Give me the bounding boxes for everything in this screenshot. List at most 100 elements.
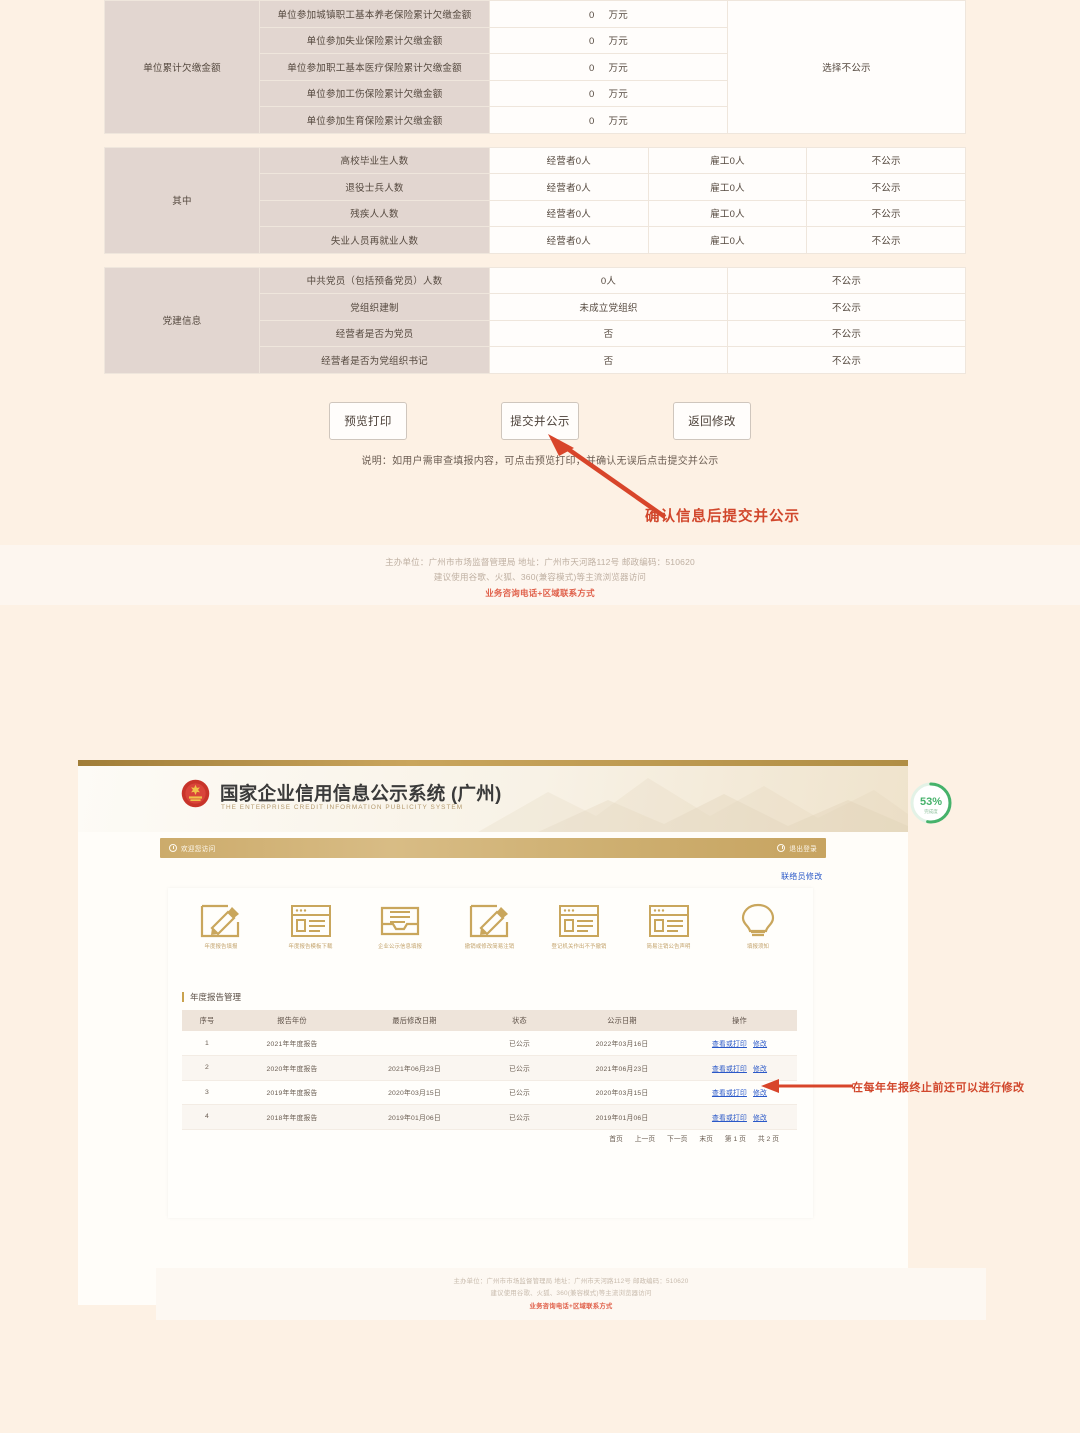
cell-status: 已公示 [477, 1055, 562, 1081]
value-unit: 万元 [608, 36, 628, 48]
publicity-choice: 不公示 [806, 173, 966, 201]
cell-no: 4 [182, 1104, 232, 1130]
value-number: 0 [589, 36, 595, 48]
value-unit: 万元 [608, 9, 628, 21]
view-print-link[interactable]: 查看或打印 [712, 1115, 747, 1122]
publicity-choice: 不公示 [806, 199, 966, 227]
logout-button[interactable]: 退出登录 [777, 843, 817, 853]
view-print-link[interactable]: 查看或打印 [712, 1066, 747, 1073]
annotation-text-edit: 在每年年报终止前还可以进行修改 [852, 1082, 1025, 1094]
pager-prev[interactable]: 上一页 [635, 1136, 655, 1143]
cell-action: 查看或打印 修改 [682, 1104, 797, 1130]
icon-label: 填报须知 [747, 944, 769, 950]
lightbulb-icon [741, 903, 775, 937]
col-modified: 最后修改日期 [352, 1010, 477, 1031]
national-emblem-icon [181, 779, 210, 808]
quick-entry-revoke-simple-cancel[interactable]: 撤销或修改简易注销 [451, 902, 529, 951]
value-number: 0 [589, 115, 595, 127]
nav-welcome-label: 欢迎您访问 [181, 846, 216, 853]
col-published: 公示日期 [562, 1010, 682, 1031]
row-sub-label: 高校毕业生人数 [259, 146, 490, 174]
col-status: 状态 [477, 1010, 562, 1031]
pager-first[interactable]: 首页 [609, 1136, 623, 1143]
cell-status: 已公示 [477, 1031, 562, 1056]
row-value: 0 万元 [489, 79, 728, 107]
cell-status: 已公示 [477, 1080, 562, 1105]
table-row: 2 2020年年度报告 2021年06月23日 已公示 2021年06月23日 … [182, 1055, 797, 1081]
edit-link[interactable]: 修改 [753, 1041, 767, 1048]
cell-published: 2022年03月16日 [562, 1031, 682, 1056]
document-list-icon [290, 905, 331, 937]
party-info-table: 党建信息 中共党员（包括预备党员）人数 0人 不公示 党组织建制 未成立党组织 … [104, 266, 966, 374]
screenshot-page: 单位累计欠缴金额 单位参加城镇职工基本养老保险累计欠缴金额 0 万元 选择不公示 … [0, 0, 1080, 1433]
row-value: 否 [489, 346, 728, 374]
value-number: 0 [589, 89, 595, 101]
quick-entry-company-info-fill[interactable]: 企业公示信息填报 [361, 902, 439, 951]
logout-label: 退出登录 [789, 846, 817, 853]
quick-entry-annual-report-fill[interactable]: 年度报告填报 [182, 902, 260, 951]
row-value: 0 万元 [489, 53, 728, 81]
cell-action: 查看或打印 修改 [682, 1031, 797, 1056]
row-value-owner: 经营者0人 [489, 146, 649, 174]
quick-entry-icons: 年度报告填报 年度报告模板下载 企业公示信息填报 撤销或修改简易注销 登记机关作… [182, 902, 797, 951]
view-print-link[interactable]: 查看或打印 [712, 1090, 747, 1097]
icon-label: 年度报告模板下载 [288, 944, 333, 950]
value-unit: 万元 [608, 62, 628, 74]
back-edit-button[interactable]: 返回修改 [673, 402, 751, 440]
page-subtitle: THE ENTERPRISE CREDIT INFORMATION PUBLIC… [221, 804, 464, 811]
annual-report-table: 序号 报告年份 最后修改日期 状态 公示日期 操作 1 2021年年度报告 已公… [182, 1010, 797, 1130]
row-value-employee: 雇工0人 [647, 199, 808, 227]
icon-label: 年度报告填报 [204, 944, 238, 950]
cell-no: 3 [182, 1080, 232, 1105]
row-sub-label: 单位参加城镇职工基本养老保险累计欠缴金额 [259, 0, 490, 28]
quick-entry-no-revoke-decision[interactable]: 登记机关作出不予撤销 [540, 902, 618, 951]
value-unit: 万元 [608, 115, 628, 127]
badge-value: 53% [920, 796, 942, 808]
footer-line-3: 业务咨询电话+区域联系方式 [485, 588, 595, 598]
icon-label: 撤销或修改简易注销 [464, 944, 515, 950]
quick-entry-template-download[interactable]: 年度报告模板下载 [272, 902, 350, 951]
quick-entry-simple-cancel-announcement[interactable]: 简易注销公告声明 [630, 902, 708, 951]
row-value-employee: 雇工0人 [647, 173, 808, 201]
publicity-choice: 选择不公示 [727, 0, 966, 134]
row-group-label: 单位累计欠缴金额 [104, 0, 260, 134]
row-value-owner: 经营者0人 [489, 199, 649, 227]
footer-line-2: 建议使用谷歌、火狐、360(兼容模式)等主流浏览器访问 [433, 572, 647, 582]
content-card: 年度报告填报 年度报告模板下载 企业公示信息填报 撤销或修改简易注销 登记机关作… [168, 888, 813, 1218]
row-sub-label: 经营者是否为党组织书记 [259, 346, 490, 374]
row-sub-label: 单位参加工伤保险累计欠缴金额 [259, 79, 490, 107]
pager-next[interactable]: 下一页 [667, 1136, 687, 1143]
row-sub-label: 中共党员（包括预备党员）人数 [259, 266, 490, 294]
icon-label: 登记机关作出不予撤销 [551, 944, 607, 950]
cell-year: 2021年年度报告 [232, 1031, 352, 1056]
table-row: 单位累计欠缴金额 单位参加城镇职工基本养老保险累计欠缴金额 0 万元 选择不公示 [104, 0, 966, 134]
annotation-arrow-icon [761, 1079, 853, 1093]
exit-icon [777, 844, 786, 852]
col-action: 操作 [682, 1010, 797, 1031]
section-title: 年度报告管理 [182, 992, 241, 1002]
badge-unit: 完成度 [924, 808, 938, 815]
row-group-label: 其中 [104, 146, 260, 254]
table-divider [104, 134, 966, 147]
value-number: 0 [589, 9, 595, 21]
quick-entry-fill-instructions[interactable]: 填报须知 [719, 902, 797, 951]
screenshot-bottom-gap [0, 1330, 1080, 1433]
edit-link[interactable]: 修改 [753, 1115, 767, 1122]
view-print-link[interactable]: 查看或打印 [712, 1041, 747, 1048]
row-sub-label: 经营者是否为党员 [259, 319, 490, 347]
mountain-watermark-icon [478, 778, 908, 832]
browser-window: 国家企业信用信息公示系统 (广州) THE ENTERPRISE CREDIT … [78, 760, 986, 1320]
footer-line-1: 主办单位：广州市市场监督管理局 地址：广州市天河路112号 邮政编码：51062… [385, 557, 695, 567]
publicity-choice: 不公示 [727, 266, 966, 294]
publicity-choice: 不公示 [727, 346, 966, 374]
preview-print-button[interactable]: 预览打印 [329, 402, 407, 440]
table-row: 3 2019年年度报告 2020年03月15日 已公示 2020年03月15日 … [182, 1080, 797, 1105]
row-sub-label: 单位参加生育保险累计欠缴金额 [259, 106, 490, 134]
edit-link[interactable]: 修改 [753, 1066, 767, 1073]
pager-last[interactable]: 末页 [699, 1136, 713, 1143]
liaison-edit-link[interactable]: 联络员修改 [781, 871, 823, 882]
cell-year: 2019年年度报告 [232, 1080, 352, 1105]
pager-current: 第 1 页 [724, 1136, 746, 1143]
publicity-choice: 不公示 [806, 226, 966, 254]
pagination: 首页 上一页 下一页 末页 第 1 页 共 2 页 [182, 1133, 797, 1143]
